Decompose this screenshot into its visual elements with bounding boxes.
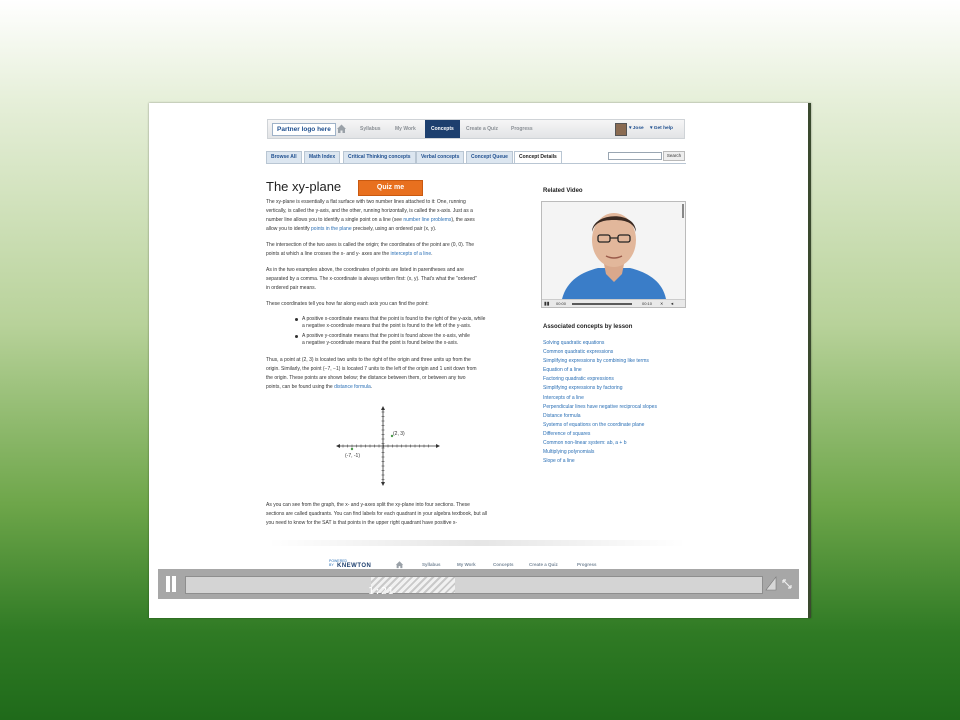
tab-divider [266,163,686,164]
list-item[interactable]: Multiplying polynomials [543,448,657,457]
get-help-menu[interactable]: ▾ Get help [650,120,673,138]
list-item[interactable]: Difference of squares [543,430,657,439]
footer-link-create-a-quiz[interactable]: Create a Quiz [529,562,558,567]
point-label-neg7-neg1: (-7, -1) [345,453,360,459]
video-close-icon[interactable]: ✕ [660,300,663,307]
nav-concepts[interactable]: Concepts [425,120,460,138]
footer-link-concepts[interactable]: Concepts [493,562,514,567]
paragraph-origin: The intersection of the two axes is call… [266,242,475,257]
partner-logo[interactable]: Partner logo here [272,123,336,136]
associated-concepts-list: Solving quadratic equations Common quadr… [543,339,657,466]
xy-plane-graph: (2, 3) (-7, -1) [336,406,440,486]
screenshot-frame: Partner logo here Syllabus My Work Conce… [149,103,811,618]
video-controls: ▮▮ 00:00 00:10 ✕ ◄ [542,299,685,307]
paragraph-coordinates: These coordinates tell you how far along… [266,301,429,307]
web-page: Partner logo here Syllabus My Work Conce… [149,103,808,618]
link-points-in-the-plane[interactable]: points in the plane [311,226,352,232]
footer-link-progress[interactable]: Progress [577,562,597,567]
nav-create-a-quiz[interactable]: Create a Quiz [466,120,498,138]
pause-button[interactable] [164,576,178,592]
list-item[interactable]: Perpendicular lines have negative recipr… [543,403,657,412]
quiz-me-button[interactable]: Quiz me [358,180,423,196]
list-item[interactable]: Simplifying expressions by combining lik… [543,357,657,366]
home-icon[interactable] [336,123,347,134]
playhead-underline [368,599,412,600]
paragraph-example-points: Thus, a point at (2, 3) is located two u… [266,357,477,390]
link-number-line-problems[interactable]: number line problems [403,217,451,223]
paragraph-ordered-pair: As in the two examples above, the coordi… [266,267,477,291]
top-navigation: Partner logo here Syllabus My Work Conce… [267,119,685,139]
video-play-icon[interactable]: ▮▮ [544,300,550,307]
list-item[interactable]: Common non-linear system: ab, a + b [543,439,657,448]
nav-progress[interactable]: Progress [511,120,533,138]
search-button[interactable]: Search [663,151,685,161]
pause-icon [166,576,170,592]
footer-home-icon[interactable] [395,560,404,569]
video-thumbnail [542,202,685,299]
related-video-player[interactable]: ▮▮ 00:00 00:10 ✕ ◄ [541,201,686,308]
media-player-bar: 1:21 [158,569,799,600]
list-item[interactable]: Equation of a line [543,366,657,375]
associated-concepts-heading: Associated concepts by lesson [543,324,633,330]
search-input[interactable] [608,152,662,160]
list-item[interactable]: Solving quadratic equations [543,339,657,348]
paragraph-intro: The xy-plane is essentially a flat surfa… [266,199,475,232]
coordinate-rules-list: A positive x-coordinate means that the p… [295,316,505,350]
volume-icon[interactable] [765,576,777,592]
list-item: A positive y-coordinate means that the p… [295,333,505,347]
video-volume-icon[interactable]: ◄ [670,300,674,307]
footer-divider [268,540,686,546]
link-intercepts-of-a-line[interactable]: intercepts of a line [391,251,432,257]
paragraph-quadrants: As you can see from the graph, the x- an… [266,502,487,526]
list-item[interactable]: Slope of a line [543,457,657,466]
user-menu[interactable]: ▾ Jose [629,120,644,138]
list-item: A positive x-coordinate means that the p… [295,316,505,330]
link-distance-formula[interactable]: distance formula [334,384,371,390]
list-item[interactable]: Simplifying expressions by factoring [543,384,657,393]
video-duration: 00:10 [642,301,653,306]
nav-my-work[interactable]: My Work [395,120,416,138]
video-current-time: 00:00 [556,301,567,306]
point-neg7-neg1 [350,447,354,451]
avatar[interactable] [615,123,627,136]
list-item[interactable]: Distance formula [543,412,657,421]
related-video-heading: Related Video [543,188,583,194]
footer-link-my-work[interactable]: My Work [457,562,476,567]
list-item[interactable]: Common quadratic expressions [543,348,657,357]
list-item[interactable]: Factoring quadratic expressions [543,375,657,384]
point-label-2-3: (2, 3) [393,431,405,437]
playback-time: 1:21 [368,586,395,597]
list-item[interactable]: Intercepts of a line [543,394,657,403]
seek-bar[interactable]: 1:21 [185,576,763,600]
video-progress-track[interactable] [572,303,632,305]
list-item[interactable]: Systems of equations on the coordinate p… [543,421,657,430]
nav-syllabus[interactable]: Syllabus [360,120,381,138]
footer-link-syllabus[interactable]: Syllabus [422,562,441,567]
fullscreen-icon[interactable] [781,578,793,590]
page-title: The xy-plane [266,179,342,194]
